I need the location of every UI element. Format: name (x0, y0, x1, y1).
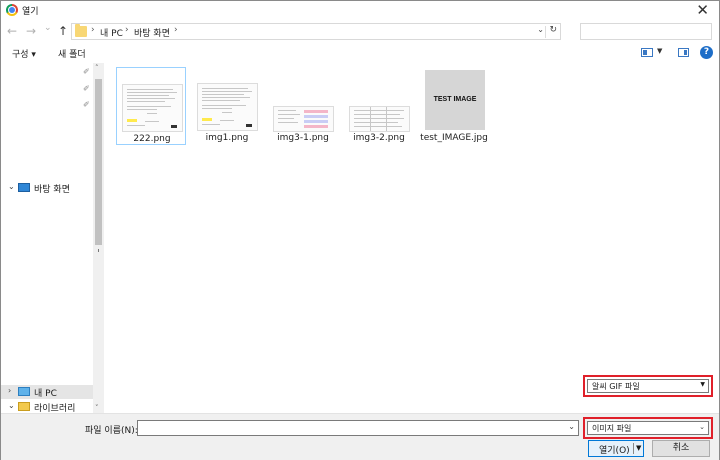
split-divider (633, 443, 634, 454)
file-type-dropdown[interactable]: 이미지 파일 ⌄ (587, 421, 709, 435)
pin-icon[interactable]: ✐ (83, 100, 90, 109)
file-type-value: 이미지 파일 (592, 424, 632, 433)
file-name: img3-1.png (277, 133, 329, 143)
title-bar: 열기 ✕ (1, 1, 719, 20)
format-dropdown-value: 알씨 GIF 파일 (592, 382, 640, 391)
pin-icon[interactable]: ✐ (83, 84, 90, 93)
up-arrow-icon[interactable]: ↑ (58, 23, 68, 39)
search-input[interactable] (580, 23, 712, 40)
file-list: 222.png img1.png img3-1.png img3-2.png T… (105, 63, 719, 413)
file-name: img1.png (205, 133, 249, 143)
sidebar-item-label: 바탕 화면 (34, 185, 70, 195)
address-divider (545, 26, 546, 38)
expand-chevron-icon[interactable]: › (8, 386, 11, 395)
desktop-icon (18, 183, 30, 192)
command-toolbar: 구성 ▾ 새 폴더 ▼ ? (1, 43, 719, 63)
open-button-label: 열기(O) (599, 446, 630, 456)
address-dropdown-icon[interactable]: ⌄ (537, 25, 544, 34)
file-name: img3-2.png (353, 133, 405, 143)
organize-button[interactable]: 구성 ▾ (12, 47, 36, 60)
expand-chevron-icon[interactable]: ⌄ (8, 182, 15, 191)
dropdown-arrow-icon: ▼ (700, 381, 705, 388)
format-dropdown[interactable]: 알씨 GIF 파일 ▼ (587, 379, 709, 393)
file-name: 222.png (133, 134, 171, 144)
change-view-icon[interactable] (641, 48, 653, 57)
file-item[interactable]: img1.png (192, 67, 262, 145)
breadcrumb-separator: › (174, 25, 178, 35)
pc-icon (18, 387, 30, 396)
filename-input[interactable]: ⌄ (137, 420, 579, 436)
refresh-icon[interactable]: ↻ (549, 25, 557, 35)
filename-label: 파일 이름(N): (85, 426, 138, 436)
new-folder-button[interactable]: 새 폴더 (58, 47, 86, 60)
filename-history-icon[interactable]: ⌄ (568, 422, 575, 431)
test-image-thumbnail: TEST IMAGE (425, 70, 485, 130)
footer-bar: 파일 이름(N): ⌄ 이미지 파일 ⌄ 열기(O) ▼ 취소 (1, 413, 719, 460)
document-thumbnail (123, 85, 182, 131)
sidebar-item-library[interactable]: ⌄ 라이브러리 (1, 400, 93, 414)
view-options-dropdown-icon[interactable]: ▼ (657, 47, 662, 55)
breadcrumb-desktop[interactable]: 바탕 화면 (134, 26, 170, 39)
cancel-button[interactable]: 취소 (652, 440, 710, 457)
file-thumbnail (198, 70, 257, 130)
document-thumbnail (198, 84, 257, 130)
address-bar[interactable]: › 내 PC › 바탕 화면 › ⌄ ↻ (71, 23, 561, 40)
breadcrumb-separator: › (91, 25, 95, 35)
sidebar-scrollbar[interactable]: ˄ ˅ (93, 63, 104, 413)
open-file-dialog: 열기 ✕ ← → ⌄ ↑ › 내 PC › 바탕 화면 › ⌄ ↻ 구성 ▾ 새… (0, 0, 720, 460)
file-item[interactable]: img3-2.png (344, 67, 414, 145)
file-thumbnail (123, 71, 182, 131)
help-icon[interactable]: ? (700, 46, 713, 59)
preview-pane-icon[interactable] (678, 48, 689, 57)
recent-locations-icon[interactable]: ⌄ (44, 20, 52, 36)
close-button[interactable]: ✕ (696, 1, 709, 19)
file-thumbnail (350, 70, 409, 131)
file-item[interactable]: 222.png (116, 67, 186, 145)
highlight-box: 알씨 GIF 파일 ▼ (583, 375, 713, 397)
library-icon (18, 402, 30, 411)
expand-chevron-icon[interactable]: ⌄ (8, 401, 15, 410)
window-title: 열기 (22, 7, 39, 17)
scrollbar-thumb[interactable] (95, 79, 102, 245)
file-item[interactable]: img3-1.png (268, 67, 338, 145)
file-thumbnail (274, 70, 333, 131)
scroll-up-icon[interactable]: ˄ (95, 64, 99, 72)
table-thumbnail (350, 107, 409, 131)
scrollbar-marker (98, 249, 99, 252)
back-arrow-icon[interactable]: ← (7, 23, 17, 39)
breadcrumb-my-pc[interactable]: 내 PC (100, 26, 123, 39)
scroll-down-icon[interactable]: ˅ (95, 404, 99, 412)
table-thumbnail (274, 107, 333, 131)
file-name: test_IMAGE.jpg (420, 133, 488, 143)
sidebar-item-my-pc[interactable]: › 내 PC (1, 385, 93, 399)
sidebar-item-label: 내 PC (34, 389, 57, 399)
open-button[interactable]: 열기(O) ▼ (588, 440, 644, 457)
highlight-box: 이미지 파일 ⌄ (583, 417, 713, 439)
file-thumbnail: TEST IMAGE (425, 70, 485, 130)
navigation-bar: ← → ⌄ ↑ › 내 PC › 바탕 화면 › ⌄ ↻ (1, 20, 719, 44)
chrome-icon (6, 4, 18, 16)
sidebar-item-desktop[interactable]: ⌄ 바탕 화면 (1, 181, 93, 195)
forward-arrow-icon[interactable]: → (26, 23, 36, 39)
navigation-pane: ✐ ✐ ✐ ⌄ 바탕 화면 › 내 PC ⌄ 라이브러리 ˄ ˅ (1, 63, 104, 414)
folder-icon (75, 24, 87, 37)
breadcrumb-separator: › (125, 25, 129, 35)
open-options-arrow-icon[interactable]: ▼ (636, 444, 641, 452)
file-item[interactable]: TEST IMAGE test_IMAGE.jpg (419, 67, 489, 145)
dropdown-arrow-icon: ⌄ (699, 423, 705, 431)
pin-icon[interactable]: ✐ (83, 67, 90, 76)
